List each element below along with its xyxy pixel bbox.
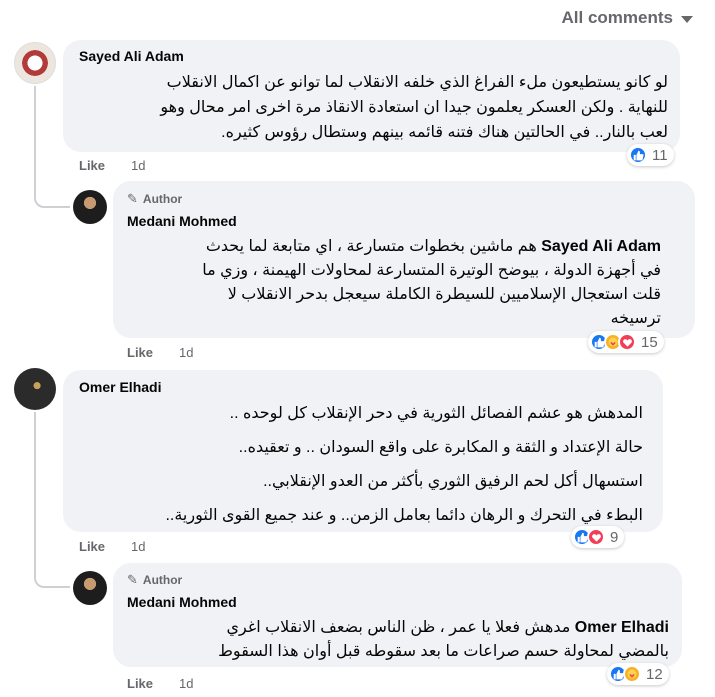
reply-author-name[interactable]: Medani Mohmed xyxy=(127,594,237,610)
author-badge: ✎ Author xyxy=(127,572,182,588)
reply-text-line: Sayed Ali Adam هم ماشين بخطوات متسارعة ،… xyxy=(205,238,661,255)
reaction-count: 9 xyxy=(610,528,619,546)
author-badge-label: Author xyxy=(142,192,183,206)
reply-timestamp[interactable]: 1d xyxy=(179,676,193,691)
comment-text-line: للنهاية . ولكن العسكر يعلمون جيدا ان است… xyxy=(160,99,668,116)
reply-text-line: بالمضي لمحاولة حسم صراعات ما بعد سقوطه ق… xyxy=(218,643,669,660)
comment-text-line: حالة الإعتداد و الثقة و المكابرة على واق… xyxy=(238,439,643,456)
love-icon xyxy=(618,333,636,351)
like-button[interactable]: Like xyxy=(127,345,153,360)
comment-text-line: المدهش هو عشم الفصائل الثورية في دحر الإ… xyxy=(229,405,643,422)
like-button[interactable]: Like xyxy=(79,539,105,554)
reaction-count: 11 xyxy=(652,146,668,164)
reply-text-line: في أجهزة الدولة ، بيوضح الوتيرة المتسارع… xyxy=(202,262,661,279)
reply-author-name[interactable]: Medani Mohmed xyxy=(127,213,237,229)
caret-down-icon xyxy=(681,15,693,23)
comment-actions: Like 1d xyxy=(79,158,145,173)
reactions-summary[interactable]: 12 xyxy=(607,663,669,685)
thread-connector xyxy=(34,186,70,208)
comment-timestamp[interactable]: 1d xyxy=(131,539,145,554)
reactions-summary[interactable]: 11 xyxy=(627,144,674,166)
reply-text-line: ترسيخه xyxy=(610,310,661,327)
comment-text-line: لعب بالنار.. في الحالتين هناك فتنه قائمه… xyxy=(221,124,668,141)
like-button[interactable]: Like xyxy=(79,158,105,173)
reply-text-line: Omer Elhadi مدهش فعلا يا عمر ، ظن الناس … xyxy=(226,619,669,636)
avatar-sayed-ali-adam[interactable] xyxy=(14,42,56,84)
reply-text-line: قلت استعجال الإسلاميين للسيطرة الكاملة س… xyxy=(227,286,661,303)
reply-timestamp[interactable]: 1d xyxy=(179,345,193,360)
author-badge-label: Author xyxy=(142,573,183,587)
care-icon xyxy=(623,665,641,683)
filter-label: All comments xyxy=(561,8,673,27)
pen-icon: ✎ xyxy=(127,572,138,587)
love-icon xyxy=(587,528,605,546)
reactions-summary[interactable]: 15 xyxy=(588,331,664,353)
comment-author-name[interactable]: Sayed Ali Adam xyxy=(79,48,184,64)
mention-tag[interactable]: Sayed Ali Adam xyxy=(541,238,661,255)
all-comments-filter[interactable]: All comments xyxy=(562,8,693,28)
comment-text-line: استسهال أكل لحم الرفيق الثوري بأكثر من ا… xyxy=(263,473,643,490)
reaction-count: 12 xyxy=(646,665,663,683)
mention-tag[interactable]: Omer Elhadi xyxy=(575,619,669,636)
avatar-omer-elhadi[interactable] xyxy=(14,368,56,410)
reply-actions: Like 1d xyxy=(127,676,193,691)
pen-icon: ✎ xyxy=(127,191,138,206)
comment-actions: Like 1d xyxy=(79,539,145,554)
like-button[interactable]: Like xyxy=(127,676,153,691)
avatar-medani-mohmed[interactable] xyxy=(73,190,107,224)
author-badge: ✎ Author xyxy=(127,191,182,207)
comment-timestamp[interactable]: 1d xyxy=(131,158,145,173)
like-icon xyxy=(629,146,647,164)
thread-line xyxy=(34,412,36,572)
reply-actions: Like 1d xyxy=(127,345,193,360)
comment-text-line: البطء في التحرك و الرهان دائما بعامل الز… xyxy=(165,507,643,524)
reaction-count: 15 xyxy=(641,333,658,351)
thread-line xyxy=(34,86,36,192)
avatar-medani-mohmed[interactable] xyxy=(73,571,107,605)
comment-text-line: لو كانو يستطيعون ملء الفراغ الذي خلفه ال… xyxy=(166,74,668,91)
comment-author-name[interactable]: Omer Elhadi xyxy=(79,379,161,395)
reactions-summary[interactable]: 9 xyxy=(571,526,625,548)
thread-connector xyxy=(34,566,70,588)
